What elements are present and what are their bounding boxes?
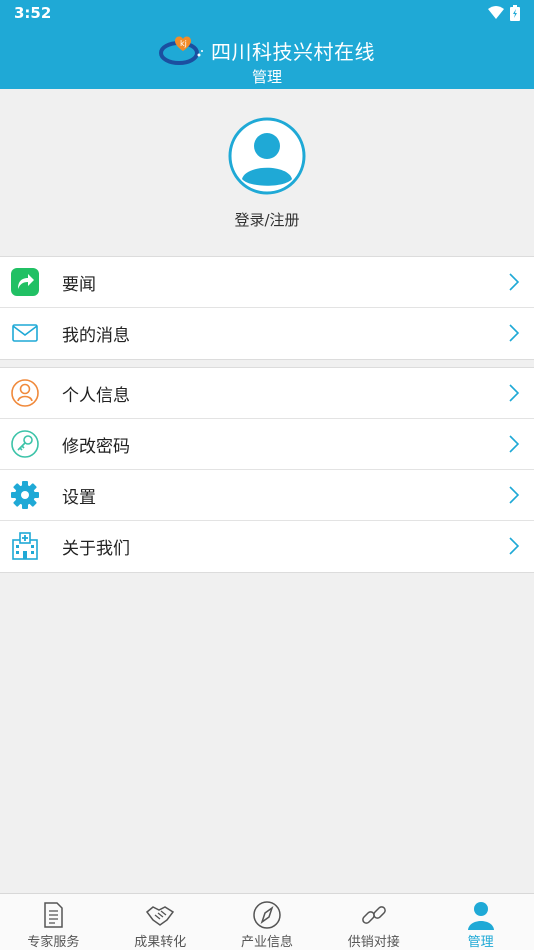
menu-label: 修改密码 <box>62 436 130 457</box>
nav-tab-achievement-transfer[interactable]: 成果转化 <box>107 894 214 950</box>
bottom-navigation: 专家服务 成果转化 产业信息 供销对接 管理 <box>0 893 534 950</box>
menu-item-about-us[interactable]: 关于我们 <box>0 521 534 572</box>
menu-item-news[interactable]: 要闻 <box>0 257 534 308</box>
nav-tab-management[interactable]: 管理 <box>427 894 534 950</box>
menu-item-personal-info[interactable]: 个人信息 <box>0 368 534 419</box>
chevron-right-icon <box>509 324 520 342</box>
chevron-right-icon <box>509 435 520 453</box>
svg-text:kj: kj <box>180 39 187 48</box>
document-icon <box>44 902 64 928</box>
nav-label: 专家服务 <box>27 935 80 950</box>
battery-icon <box>510 5 520 21</box>
user-circle-icon <box>11 379 39 407</box>
nav-tab-supply-sales[interactable]: 供销对接 <box>320 894 427 950</box>
status-icons <box>488 5 520 21</box>
menu-label: 个人信息 <box>62 385 130 406</box>
nav-label: 成果转化 <box>134 935 187 950</box>
avatar-icon[interactable] <box>228 117 306 195</box>
chevron-right-icon <box>509 384 520 402</box>
wifi-icon <box>488 6 504 19</box>
status-bar: 3:52 <box>0 0 534 27</box>
status-time: 3:52 <box>14 4 52 22</box>
page-title: 管理 <box>251 68 282 86</box>
menu-item-change-password[interactable]: 修改密码 <box>0 419 534 470</box>
hospital-icon <box>12 532 38 560</box>
handshake-icon <box>146 906 175 926</box>
user-icon <box>467 902 494 930</box>
app-logo-icon: kj <box>159 36 203 65</box>
key-icon <box>11 430 39 458</box>
nav-label: 供销对接 <box>347 935 400 950</box>
menu-group-news: 要闻 我的消息 <box>0 256 534 360</box>
share-arrow-icon <box>11 268 39 296</box>
menu-label: 关于我们 <box>62 539 130 559</box>
app-header: kj 四川科技兴村在线 管理 <box>0 27 534 89</box>
chevron-right-icon <box>509 273 520 291</box>
gear-icon <box>11 481 39 509</box>
nav-label: 管理 <box>467 935 494 950</box>
menu-group-account: 个人信息 修改密码 设置 关于我们 <box>0 367 534 573</box>
compass-icon <box>253 901 281 929</box>
profile-section: 登录/注册 <box>0 89 534 256</box>
chevron-right-icon <box>509 537 520 555</box>
app-title: 四川科技兴村在线 <box>211 39 375 64</box>
link-icon <box>361 906 386 924</box>
nav-label: 产业信息 <box>240 935 293 950</box>
login-register-link[interactable]: 登录/注册 <box>0 209 534 230</box>
menu-item-messages[interactable]: 我的消息 <box>0 308 534 359</box>
menu-label: 设置 <box>62 487 96 508</box>
nav-tab-expert-service[interactable]: 专家服务 <box>0 894 107 950</box>
brand: kj 四川科技兴村在线 <box>0 33 534 67</box>
menu-item-settings[interactable]: 设置 <box>0 470 534 521</box>
chevron-right-icon <box>509 486 520 504</box>
menu-label: 我的消息 <box>62 326 130 346</box>
menu-label: 要闻 <box>62 274 96 295</box>
nav-tab-industry-info[interactable]: 产业信息 <box>214 894 321 950</box>
envelope-icon <box>12 324 38 342</box>
